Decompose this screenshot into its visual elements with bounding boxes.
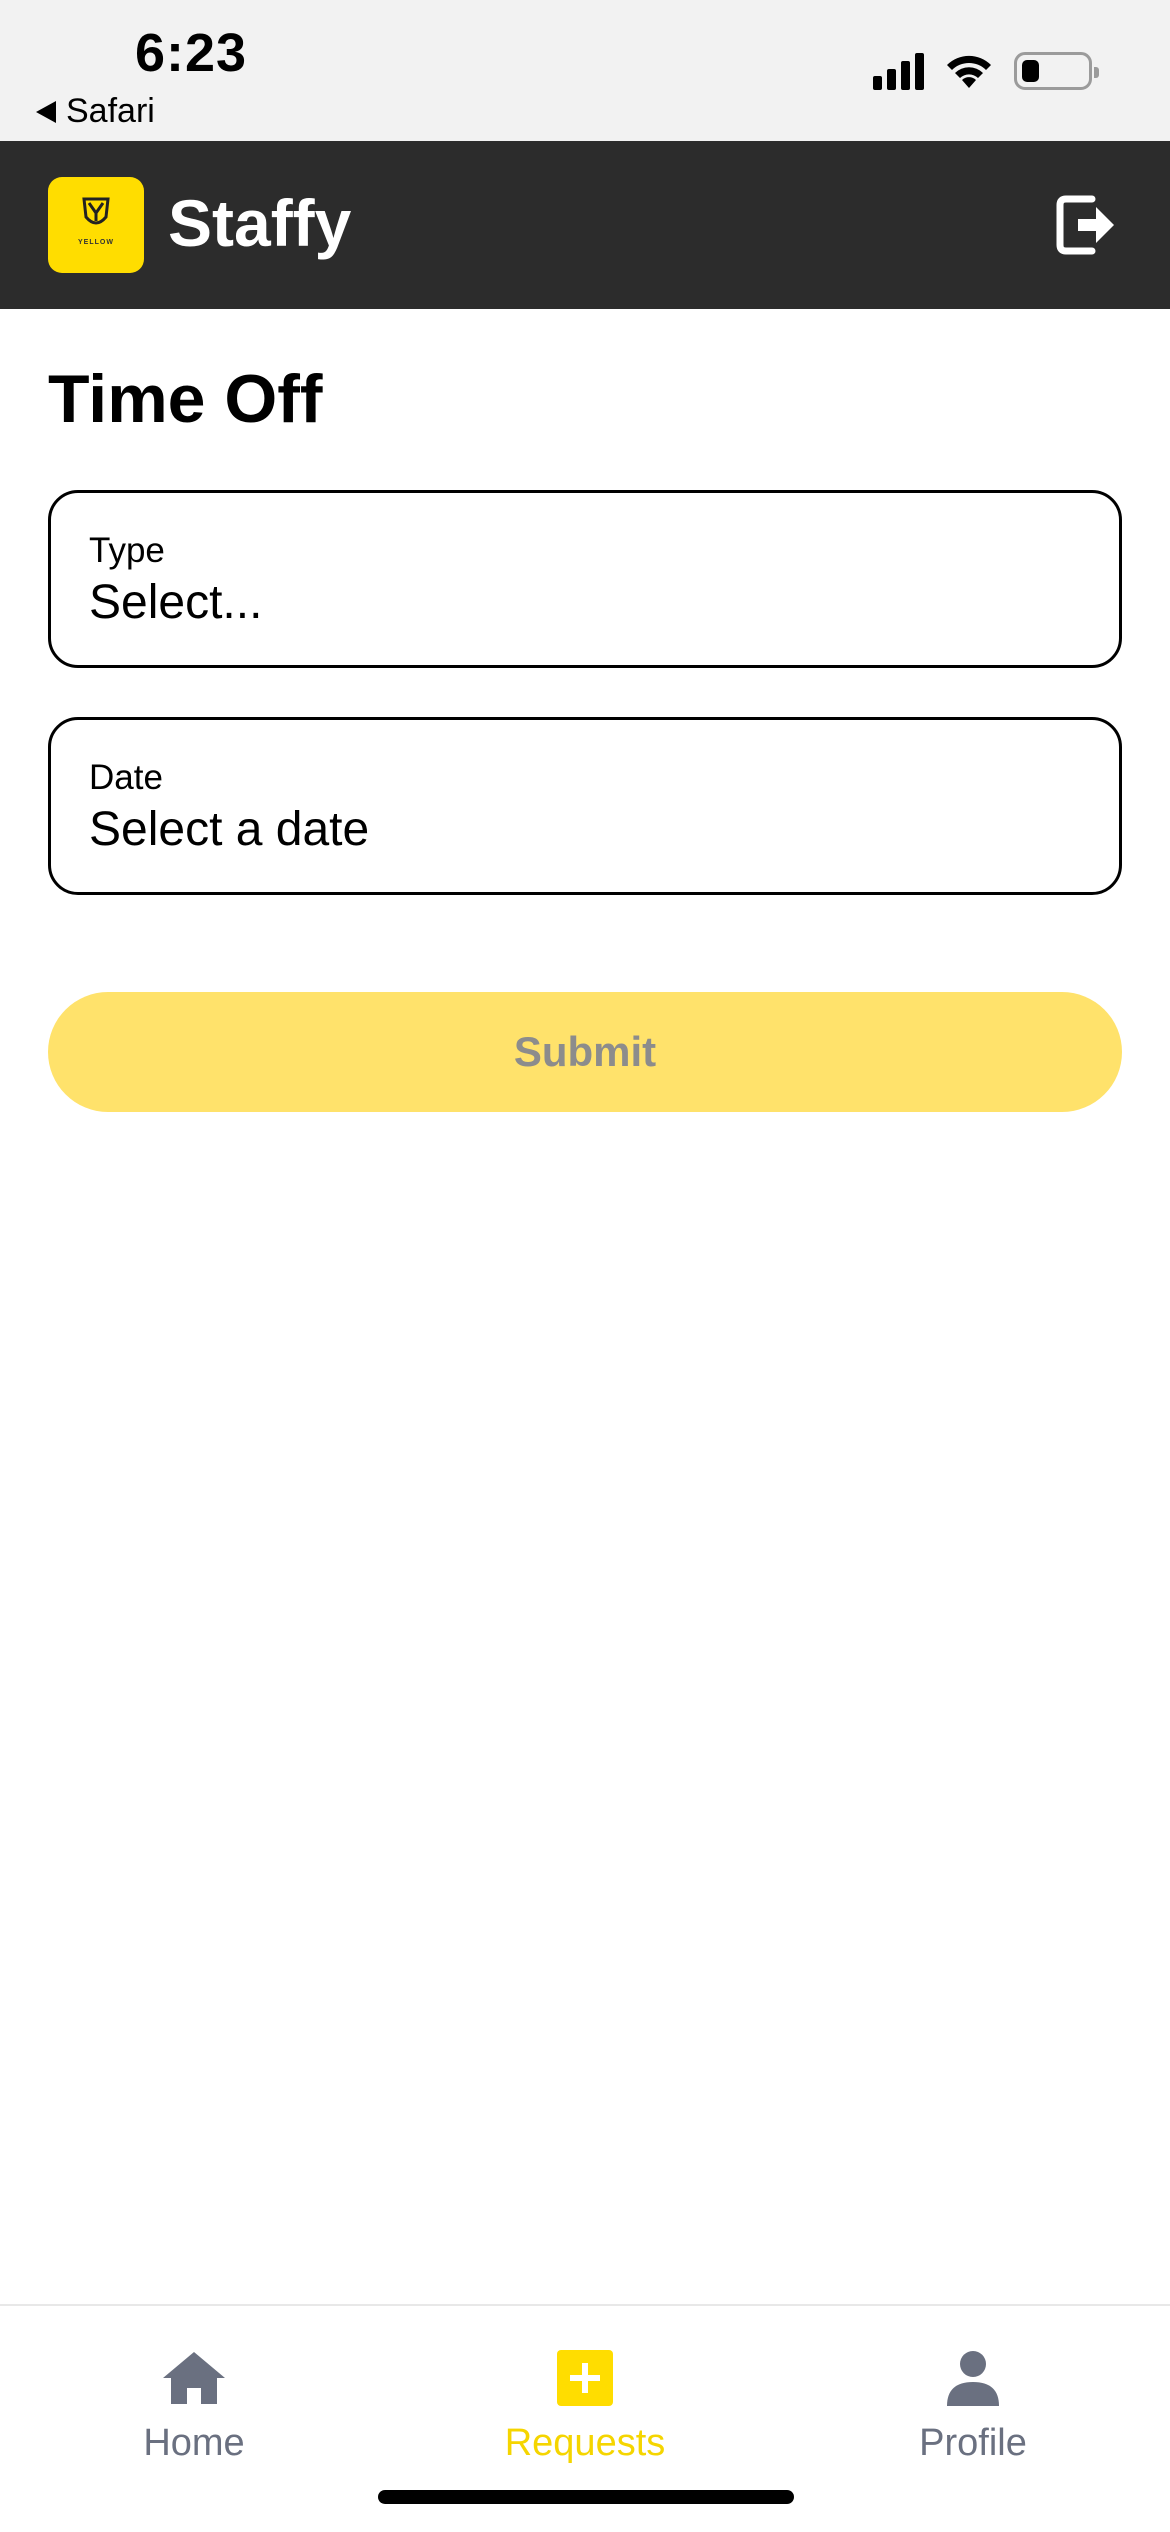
- date-label: Date: [89, 758, 163, 797]
- app-title: Staffy: [168, 186, 352, 260]
- wifi-icon: [947, 55, 991, 88]
- status-bar: 6:23 Safari: [0, 0, 1170, 141]
- date-value: Select a date: [89, 803, 370, 856]
- tab-requests[interactable]: Requests: [435, 2350, 735, 2465]
- logo-mark-icon: [82, 197, 110, 225]
- app-header: YELLOW Staffy: [0, 141, 1170, 309]
- status-icons: [873, 52, 1099, 90]
- home-indicator: [378, 2490, 794, 2504]
- back-arrow-icon: [36, 100, 56, 123]
- battery-icon: [1014, 52, 1099, 90]
- app-logo: YELLOW: [48, 177, 144, 273]
- logout-icon[interactable]: [1056, 193, 1118, 257]
- status-time: 6:23: [135, 23, 248, 83]
- back-label: Safari: [66, 92, 155, 130]
- cellular-signal-icon: [873, 52, 924, 90]
- tab-home-label: Home: [143, 2422, 245, 2464]
- page-title: Time Off: [48, 361, 323, 437]
- date-picker[interactable]: Date Select a date: [48, 717, 1122, 895]
- submit-button[interactable]: Submit: [48, 992, 1122, 1112]
- tab-requests-label: Requests: [504, 2422, 666, 2464]
- person-icon: [947, 2351, 999, 2406]
- tab-profile-label: Profile: [919, 2422, 1027, 2464]
- home-icon: [163, 2352, 225, 2404]
- back-to-safari[interactable]: Safari: [36, 92, 155, 131]
- type-label: Type: [89, 531, 165, 570]
- type-select[interactable]: Type Select...: [48, 490, 1122, 668]
- type-value: Select...: [89, 576, 263, 629]
- plus-square-icon: [557, 2350, 613, 2406]
- tab-home[interactable]: Home: [44, 2350, 344, 2465]
- logo-text: YELLOW: [78, 239, 114, 246]
- tab-profile[interactable]: Profile: [823, 2350, 1123, 2465]
